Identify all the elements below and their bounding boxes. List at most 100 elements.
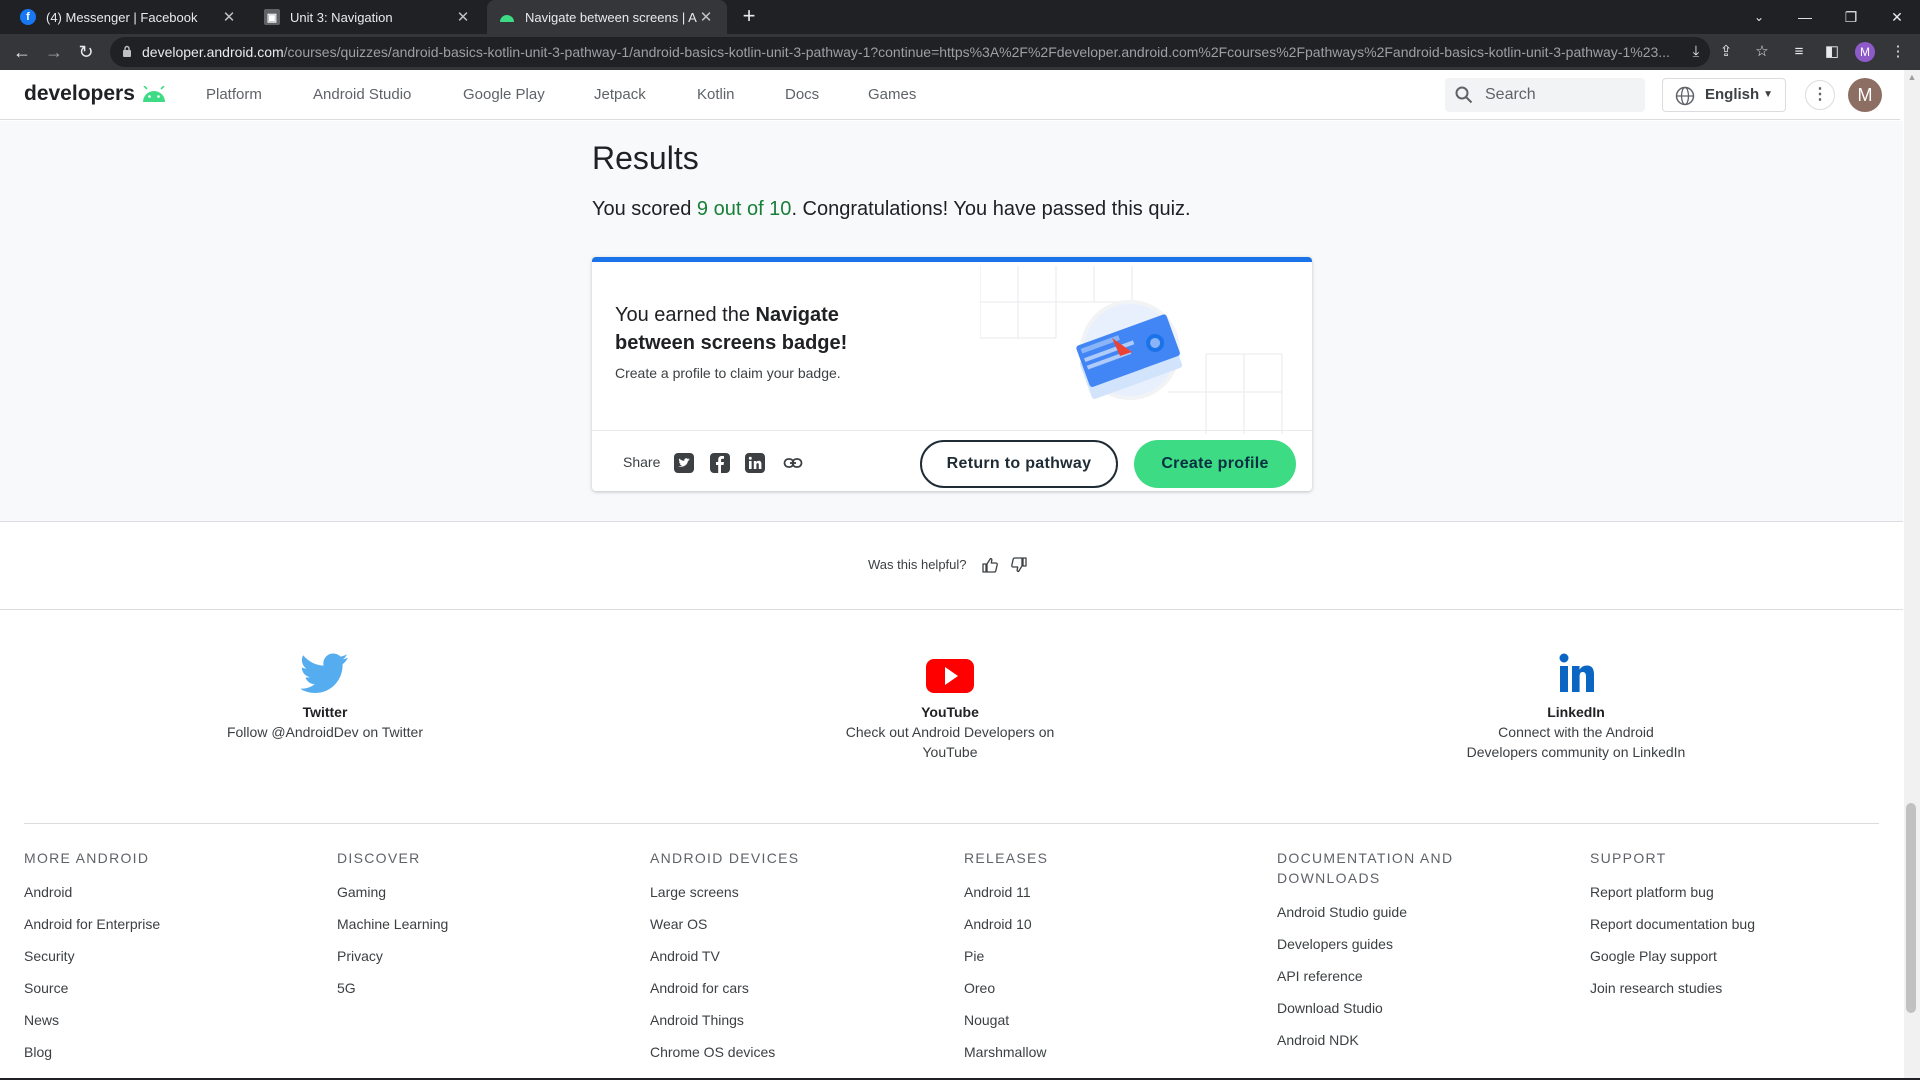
install-icon[interactable]: ⤓ (1686, 42, 1706, 62)
bookmark-star-icon[interactable]: ☆ (1752, 42, 1772, 62)
close-tab-icon[interactable]: ✕ (697, 8, 715, 26)
search-input[interactable]: Search (1445, 78, 1645, 112)
browser-profile-avatar[interactable]: M (1855, 42, 1875, 62)
logo-text: developers (24, 82, 135, 105)
nav-jetpack[interactable]: Jetpack (594, 86, 646, 103)
back-button[interactable]: ← (10, 40, 34, 64)
thumbs-up-icon[interactable] (981, 556, 999, 574)
footer-heading: MORE ANDROID (24, 850, 150, 866)
social-description: Connect with the Android Developers comm… (1466, 724, 1686, 760)
footer-link[interactable]: API reference (1277, 966, 1497, 986)
browser-menu-icon[interactable]: ⋮ (1888, 42, 1908, 62)
address-bar[interactable]: developer.android.com/courses/quizzes/an… (110, 37, 1710, 67)
footer-link[interactable]: Android 11 (964, 882, 1204, 902)
avatar[interactable]: M (1848, 78, 1882, 112)
nav-google-play[interactable]: Google Play (463, 86, 545, 103)
close-tab-icon[interactable]: ✕ (454, 8, 472, 26)
footer-link[interactable]: Gaming (337, 882, 577, 902)
page-icon: ▣ (264, 9, 280, 25)
footer-link[interactable]: Report platform bug (1590, 882, 1830, 902)
footer-link[interactable]: Download Studio (1277, 998, 1497, 1018)
developers-logo[interactable]: developers (24, 82, 167, 106)
thumbs-down-icon[interactable] (1010, 556, 1028, 574)
site-header: developers Platform Android Studio Googl… (0, 70, 1900, 120)
url-host: developer.android.com (142, 44, 284, 60)
nav-kotlin[interactable]: Kotlin (697, 86, 735, 103)
footer-link[interactable]: Chrome OS devices (650, 1042, 890, 1062)
footer-link[interactable]: Android 10 (964, 914, 1204, 934)
footer-link[interactable]: 5G (337, 978, 577, 998)
footer-link[interactable]: Android NDK (1277, 1030, 1497, 1050)
footer-link[interactable]: Google Play support (1590, 946, 1830, 966)
badge-title: You earned the Navigate between screens … (615, 301, 895, 357)
divider (0, 521, 1903, 522)
social-title: Twitter (302, 704, 348, 720)
more-options-icon[interactable]: ⋮ (1805, 80, 1835, 110)
social-twitter[interactable]: Twitter Follow @AndroidDev on Twitter (215, 652, 435, 742)
copy-link-icon[interactable] (783, 453, 803, 473)
restore-button[interactable]: ❐ (1828, 0, 1874, 34)
url-path: /courses/quizzes/android-basics-kotlin-u… (283, 44, 1670, 60)
nav-games[interactable]: Games (868, 86, 916, 103)
footer-link[interactable]: Join research studies (1590, 978, 1830, 998)
linkedin-share-icon[interactable] (745, 453, 765, 473)
reading-list-icon[interactable]: ≡ (1789, 42, 1809, 62)
minimize-button[interactable]: — (1782, 0, 1828, 34)
footer-link[interactable]: Machine Learning (337, 914, 577, 934)
footer-link[interactable]: Android for cars (650, 978, 890, 998)
twitter-share-icon[interactable] (674, 453, 694, 473)
social-youtube[interactable]: YouTube Check out Android Developers on … (840, 652, 1060, 762)
globe-icon (1675, 86, 1695, 106)
footer-link[interactable]: News (24, 1010, 264, 1030)
footer-link[interactable]: Report documentation bug (1590, 914, 1830, 934)
footer-link[interactable]: Marshmallow (964, 1042, 1204, 1062)
tab-navigate-between-screens[interactable]: Navigate between screens | Android ✕ (487, 0, 727, 34)
twitter-bird-icon (301, 653, 348, 693)
facebook-share-icon[interactable] (710, 453, 730, 473)
create-profile-button[interactable]: Create profile (1134, 440, 1296, 488)
score-value: 9 out of 10 (696, 198, 792, 220)
tab-search-icon[interactable]: ⌄ (1736, 0, 1782, 34)
lock-icon (123, 45, 131, 57)
scroll-up-arrow-icon[interactable]: ▲ (1904, 72, 1920, 84)
nav-docs[interactable]: Docs (785, 86, 819, 103)
footer-link[interactable]: Blog (24, 1042, 264, 1062)
nav-platform[interactable]: Platform (206, 86, 262, 103)
helpful-question: Was this helpful? (868, 557, 967, 572)
footer-link[interactable]: Oreo (964, 978, 1204, 998)
footer-link[interactable]: Android (24, 882, 264, 902)
footer-link[interactable]: Wear OS (650, 914, 890, 934)
score-suffix: . Congratulations! You have passed this … (791, 198, 1191, 220)
language-label: English (1705, 86, 1760, 103)
reload-button[interactable]: ↻ (74, 40, 98, 64)
footer-link[interactable]: Nougat (964, 1010, 1204, 1030)
footer-heading: SUPPORT (1590, 850, 1667, 866)
close-tab-icon[interactable]: ✕ (220, 8, 238, 26)
footer-link[interactable]: Privacy (337, 946, 577, 966)
side-panel-icon[interactable]: ◧ (1822, 42, 1842, 62)
tab-title: Navigate between screens | Android (525, 9, 697, 25)
nav-android-studio[interactable]: Android Studio (313, 86, 411, 103)
close-window-button[interactable]: ✕ (1874, 0, 1920, 34)
footer-link[interactable]: Pie (964, 946, 1204, 966)
tab-messenger[interactable]: f (4) Messenger | Facebook ✕ (8, 0, 250, 34)
share-page-icon[interactable]: ⇪ (1716, 42, 1736, 62)
forward-button[interactable]: → (42, 40, 66, 64)
scrollbar-thumb[interactable] (1906, 803, 1916, 1013)
footer-link[interactable]: Android Things (650, 1010, 890, 1030)
footer-link[interactable]: Developers guides (1277, 934, 1497, 954)
footer-link[interactable]: Android Studio guide (1277, 902, 1497, 922)
page-title: Results (592, 140, 699, 176)
android-icon (499, 9, 515, 25)
footer-link[interactable]: Android for Enterprise (24, 914, 264, 934)
footer-link[interactable]: Source (24, 978, 264, 998)
tab-unit3-navigation[interactable]: ▣ Unit 3: Navigation ✕ (252, 0, 484, 34)
new-tab-button[interactable]: + (736, 4, 762, 30)
footer-link[interactable]: Security (24, 946, 264, 966)
footer-link[interactable]: Android TV (650, 946, 890, 966)
social-linkedin[interactable]: LinkedIn Connect with the Android Develo… (1466, 652, 1686, 762)
footer-link[interactable]: Large screens (650, 882, 890, 902)
return-to-pathway-button[interactable]: Return to pathway (920, 440, 1118, 488)
language-selector[interactable]: English ▼ (1662, 78, 1786, 112)
youtube-icon (926, 659, 974, 693)
